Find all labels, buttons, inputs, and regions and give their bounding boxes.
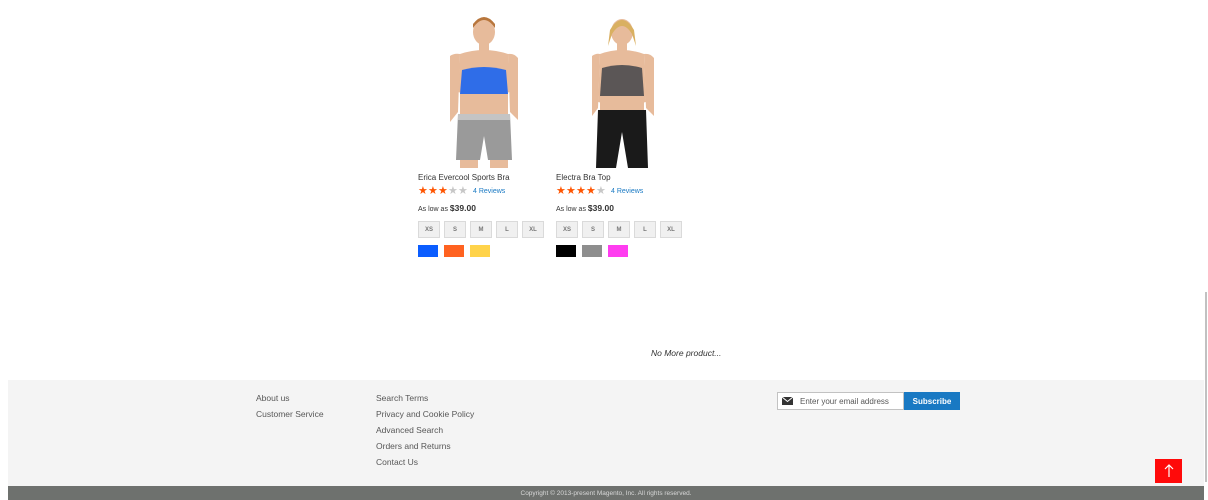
star-rating: ★ ★ ★ ★ ★ bbox=[418, 184, 468, 197]
product-card: Erica Evercool Sports Bra ★ ★ ★ ★ ★ 4 Review… bbox=[418, 12, 546, 257]
star-filled-icon: ★ bbox=[418, 184, 428, 197]
footer-link-advanced-search[interactable]: Advanced Search bbox=[376, 422, 474, 438]
color-swatch[interactable] bbox=[470, 245, 490, 257]
color-swatch[interactable] bbox=[582, 245, 602, 257]
star-rating: ★ ★ ★ ★ ★ bbox=[556, 184, 606, 197]
color-swatch[interactable] bbox=[418, 245, 438, 257]
product-price: As low as $39.00 bbox=[418, 203, 546, 213]
star-filled-icon: ★ bbox=[586, 184, 596, 197]
size-option-xs[interactable]: XS bbox=[418, 221, 440, 238]
product-image[interactable] bbox=[420, 12, 534, 168]
size-option-l[interactable]: L bbox=[634, 221, 656, 238]
star-filled-icon: ★ bbox=[438, 184, 448, 197]
color-swatch[interactable] bbox=[444, 245, 464, 257]
color-options bbox=[418, 245, 546, 257]
product-grid: Erica Evercool Sports Bra ★ ★ ★ ★ ★ 4 Review… bbox=[0, 0, 1208, 380]
size-option-xs[interactable]: XS bbox=[556, 221, 578, 238]
size-option-s[interactable]: S bbox=[582, 221, 604, 238]
price-prefix: As low as bbox=[418, 206, 448, 213]
star-empty-icon: ★ bbox=[596, 184, 606, 197]
product-name[interactable]: Erica Evercool Sports Bra bbox=[418, 173, 546, 182]
reviews-link[interactable]: 4 Reviews bbox=[611, 188, 643, 195]
size-options: XS S M L XL bbox=[418, 221, 553, 242]
subscribe-button[interactable]: Subscribe bbox=[904, 392, 960, 410]
newsletter-email-field[interactable] bbox=[777, 392, 904, 410]
page-scrollbar[interactable] bbox=[1204, 0, 1208, 500]
footer-link-customer-service[interactable]: Customer Service bbox=[256, 406, 324, 422]
newsletter-email-input[interactable] bbox=[800, 396, 900, 406]
product-card: Electra Bra Top ★ ★ ★ ★ ★ 4 Reviews As low a… bbox=[556, 12, 684, 257]
color-options bbox=[556, 245, 684, 257]
size-options: XS S M L XL bbox=[556, 221, 691, 242]
footer: About us Customer Service Search Terms Pri… bbox=[8, 380, 1204, 486]
footer-links-col2: Search Terms Privacy and Cookie Policy Adv… bbox=[376, 390, 474, 470]
reviews-link[interactable]: 4 Reviews bbox=[473, 188, 505, 195]
scrollbar-thumb[interactable] bbox=[1205, 292, 1207, 482]
star-filled-icon: ★ bbox=[556, 184, 566, 197]
size-option-s[interactable]: S bbox=[444, 221, 466, 238]
star-filled-icon: ★ bbox=[576, 184, 586, 197]
star-filled-icon: ★ bbox=[566, 184, 576, 197]
footer-link-contact-us[interactable]: Contact Us bbox=[376, 454, 474, 470]
footer-link-orders-and-returns[interactable]: Orders and Returns bbox=[376, 438, 474, 454]
footer-links-col1: About us Customer Service bbox=[256, 390, 324, 422]
size-option-m[interactable]: M bbox=[470, 221, 492, 238]
price-prefix: As low as bbox=[556, 206, 586, 213]
scroll-to-top-button[interactable] bbox=[1155, 459, 1182, 483]
size-option-l[interactable]: L bbox=[496, 221, 518, 238]
copyright: Copyright © 2013-present Magento, Inc. A… bbox=[8, 486, 1204, 500]
product-name[interactable]: Electra Bra Top bbox=[556, 173, 684, 182]
model-photo-icon bbox=[420, 12, 534, 168]
footer-link-privacy-and-cookie-policy[interactable]: Privacy and Cookie Policy bbox=[376, 406, 474, 422]
size-option-xl[interactable]: XL bbox=[660, 221, 682, 238]
size-option-xl[interactable]: XL bbox=[522, 221, 544, 238]
product-image[interactable] bbox=[558, 12, 672, 168]
envelope-icon bbox=[782, 397, 793, 405]
star-empty-icon: ★ bbox=[458, 184, 468, 197]
no-more-products-message: No More product... bbox=[651, 348, 722, 358]
footer-link-about-us[interactable]: About us bbox=[256, 390, 324, 406]
arrow-up-icon bbox=[1164, 464, 1173, 477]
color-swatch[interactable] bbox=[556, 245, 576, 257]
price-value: $39.00 bbox=[449, 203, 476, 213]
footer-link-search-terms[interactable]: Search Terms bbox=[376, 390, 474, 406]
product-rating: ★ ★ ★ ★ ★ 4 Reviews bbox=[556, 185, 684, 197]
model-photo-icon bbox=[558, 12, 672, 168]
price-value: $39.00 bbox=[587, 203, 614, 213]
star-empty-icon: ★ bbox=[448, 184, 458, 197]
color-swatch[interactable] bbox=[608, 245, 628, 257]
star-filled-icon: ★ bbox=[428, 184, 438, 197]
product-rating: ★ ★ ★ ★ ★ 4 Reviews bbox=[418, 185, 546, 197]
product-price: As low as $39.00 bbox=[556, 203, 684, 213]
newsletter-form: Subscribe bbox=[777, 392, 960, 410]
size-option-m[interactable]: M bbox=[608, 221, 630, 238]
